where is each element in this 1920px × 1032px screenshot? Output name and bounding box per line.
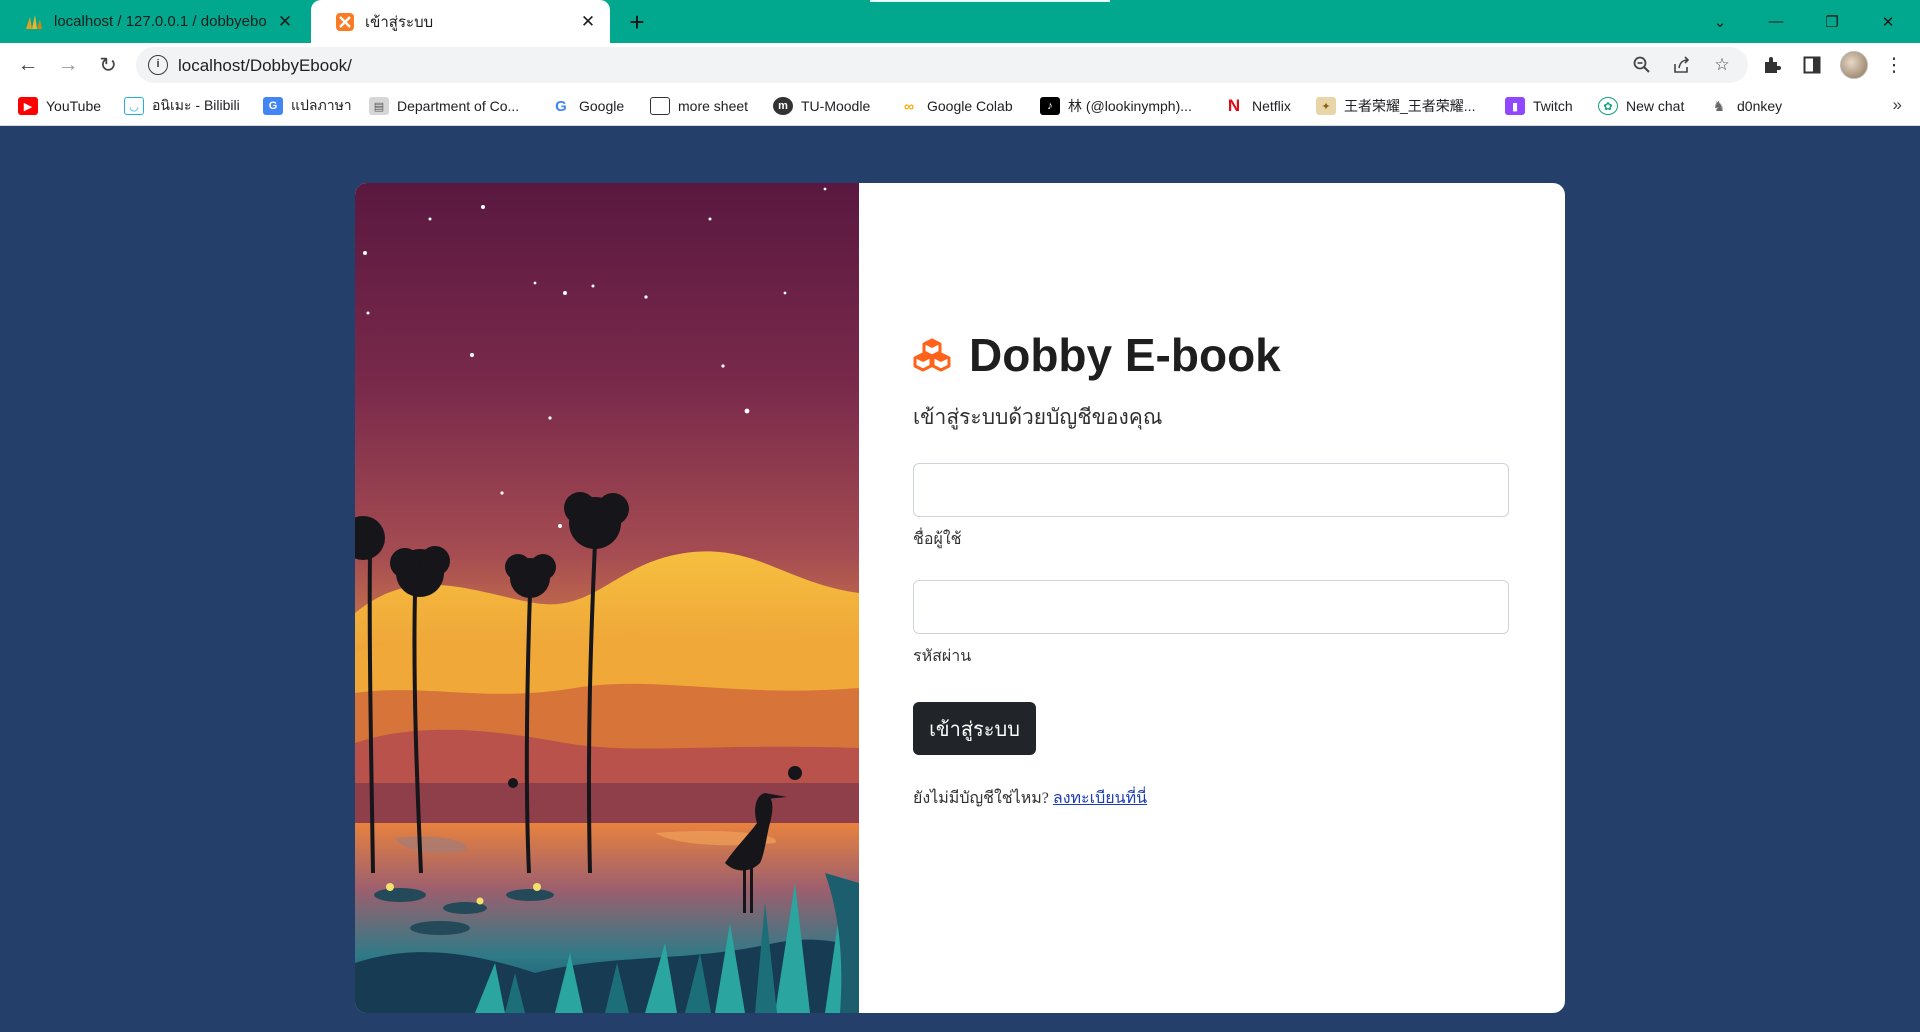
- bookmark-d0nkey[interactable]: ♞ d0nkey: [1709, 95, 1782, 117]
- login-subtitle: เข้าสู่ระบบด้วยบัญชีของคุณ: [913, 406, 1163, 429]
- bookmark-translate[interactable]: G แปลภาษา: [263, 95, 352, 117]
- close-window-button[interactable]: ✕: [1866, 0, 1910, 43]
- menu-kebab-icon[interactable]: ⋮: [1881, 52, 1907, 78]
- youtube-icon: ▶: [18, 97, 38, 115]
- new-tab-button[interactable]: +: [622, 7, 652, 37]
- profile-avatar[interactable]: [1840, 51, 1868, 79]
- bookmark-honor-of-kings[interactable]: ✦ 王者荣耀_王者荣耀...: [1316, 95, 1475, 117]
- share-icon[interactable]: [1671, 54, 1693, 76]
- close-tab-icon[interactable]: ✕: [578, 12, 598, 32]
- bookmarks-overflow-icon[interactable]: »: [1893, 95, 1902, 115]
- bookmark-department[interactable]: ▤ Department of Co...: [369, 95, 519, 117]
- signup-link[interactable]: ลงทะเบียนที่นี่: [1053, 790, 1147, 807]
- back-icon[interactable]: ←: [12, 49, 44, 81]
- bookmark-more-sheet[interactable]: more sheet: [650, 95, 748, 117]
- signup-prompt: ยังไม่มีบัญชีใช่ไหม? ลงทะเบียนที่นี่: [913, 786, 1147, 811]
- password-input[interactable]: [913, 580, 1509, 634]
- tab-title: เข้าสู่ระบบ: [365, 13, 434, 31]
- username-label: ชื่อผู้ใช้: [913, 531, 962, 548]
- sunset-illustration: [355, 183, 859, 1013]
- bookmark-new-chat[interactable]: ✿ New chat: [1598, 95, 1684, 117]
- restore-button[interactable]: ❐: [1810, 0, 1854, 43]
- bookmark-tu-moodle[interactable]: m TU-Moodle: [773, 95, 870, 117]
- moodle-icon: m: [773, 97, 793, 115]
- signup-prompt-text: ยังไม่มีบัญชีใช่ไหม?: [913, 790, 1049, 807]
- tab-phpmyadmin[interactable]: localhost / 127.0.0.1 / dobbyebo ✕: [0, 0, 307, 43]
- bookmark-netflix[interactable]: N Netflix: [1224, 95, 1291, 117]
- bookmark-twitch[interactable]: ▮ Twitch: [1505, 95, 1573, 117]
- netflix-icon: N: [1227, 96, 1241, 115]
- tab-title: localhost / 127.0.0.1 / dobbyebo: [54, 13, 267, 30]
- bookmark-bilibili[interactable]: ◡ อนิเมะ - Bilibili: [124, 95, 240, 117]
- minimize-button[interactable]: —: [1754, 0, 1798, 43]
- tiktok-icon: ♪: [1040, 97, 1060, 115]
- username-input[interactable]: [913, 463, 1509, 517]
- url-text: localhost/DobbyEbook/: [178, 56, 352, 75]
- google-icon: G: [555, 97, 567, 115]
- login-card: Dobby E-book เข้าสู่ระบบด้วยบัญชีของคุณ …: [355, 183, 1565, 1013]
- password-label: รหัสผ่าน: [913, 648, 972, 665]
- tab-search-icon[interactable]: ⌄: [1698, 0, 1742, 43]
- bookmark-colab[interactable]: ∞ Google Colab: [899, 95, 1013, 117]
- bookmark-tiktok[interactable]: ♪ 林 (@lookinymph)...: [1040, 95, 1192, 117]
- cubes-logo-icon: [913, 338, 951, 372]
- zoom-icon[interactable]: [1631, 54, 1653, 76]
- site-info-icon[interactable]: i: [148, 55, 168, 75]
- game-icon: ✦: [1316, 97, 1336, 115]
- donkey-icon: ♞: [1712, 97, 1726, 114]
- bookmark-star-icon[interactable]: ☆: [1711, 54, 1733, 76]
- login-button[interactable]: เข้าสู่ระบบ: [913, 702, 1036, 755]
- bookmark-youtube[interactable]: ▶ YouTube: [18, 95, 101, 117]
- bilibili-icon: ◡: [124, 97, 144, 115]
- xampp-icon: [335, 12, 355, 32]
- browser-toolbar: ← → ↻ i localhost/DobbyEbook/ ☆ ⋮: [0, 43, 1920, 86]
- tabstrip-highlight: [870, 0, 1110, 2]
- google-translate-icon: G: [263, 97, 283, 115]
- tab-strip: localhost / 127.0.0.1 / dobbyebo ✕ เข้าส…: [0, 0, 1920, 43]
- tab-login[interactable]: เข้าสู่ระบบ ✕: [311, 0, 610, 43]
- brand-header: Dobby E-book: [913, 328, 1281, 382]
- address-bar[interactable]: i localhost/DobbyEbook/ ☆: [136, 47, 1748, 83]
- extensions-icon[interactable]: [1759, 52, 1785, 78]
- reload-icon[interactable]: ↻: [92, 49, 124, 81]
- colab-icon: ∞: [904, 98, 914, 114]
- bookmark-google[interactable]: G Google: [551, 95, 624, 117]
- bookmarks-bar: ▶ YouTube ◡ อนิเมะ - Bilibili G แปลภาษา ▤ De…: [0, 86, 1920, 126]
- side-panel-icon[interactable]: [1799, 52, 1825, 78]
- chatgpt-icon: ✿: [1598, 97, 1618, 115]
- brand-title: Dobby E-book: [969, 329, 1281, 381]
- forward-icon[interactable]: →: [52, 49, 84, 81]
- close-tab-icon[interactable]: ✕: [275, 12, 295, 32]
- department-icon: ▤: [369, 97, 389, 115]
- twitch-icon: ▮: [1505, 97, 1525, 115]
- sheet-icon: [650, 97, 670, 115]
- phpmyadmin-icon: [24, 12, 44, 32]
